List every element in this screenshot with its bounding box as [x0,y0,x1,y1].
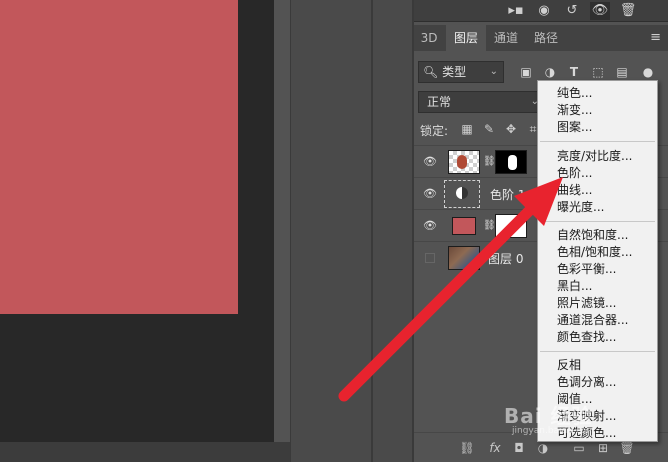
type-filter-icon[interactable]: T [566,63,582,81]
collapsed-panel-strip [372,0,413,462]
menu-item-exposure[interactable]: 曝光度... [557,199,604,216]
tab-paths[interactable]: 路径 [526,25,566,51]
menu-item-invert[interactable]: 反相 [557,357,581,374]
adjustment-filter-icon[interactable]: ◑ [542,63,558,81]
filter-toggle-icon[interactable]: ● [640,63,656,81]
smart-object-filter-icon[interactable]: ▤ [614,63,630,81]
menu-separator [540,221,655,222]
eye-icon[interactable]: 👁 [422,218,438,234]
trash-icon[interactable]: 🗑 [618,2,638,20]
canvas-status-bar [0,442,290,462]
lock-transparency-icon[interactable]: ▦ [458,120,476,138]
cursor-icon[interactable]: ▸▪ [506,2,526,20]
menu-item-color-balance[interactable]: 色彩平衡... [557,261,616,278]
tab-layers[interactable]: 图层 [446,25,486,51]
menu-item-curves[interactable]: 曲线... [557,182,592,199]
document-canvas[interactable] [0,0,238,314]
menu-item-black-white[interactable]: 黑白... [557,278,592,295]
menu-item-pattern[interactable]: 图案... [557,119,592,136]
layer-thumbnail [448,246,480,270]
chevron-down-icon: ⌄ [489,66,498,77]
blend-mode-select[interactable]: 正常 ⌄ [418,91,546,113]
link-icon: ⛓ [483,220,496,231]
blend-mode-value: 正常 [427,95,452,109]
menu-separator [540,141,655,142]
lock-label: 锁定: [420,124,449,138]
menu-item-gradient[interactable]: 渐变... [557,102,592,119]
link-icon[interactable]: ⛓ [458,439,476,457]
adjustment-thumbnail [444,180,480,208]
panel-tabs: 3D 图层 通道 路径 ≡ [414,25,668,51]
fx-icon[interactable]: fx [486,439,504,457]
menu-item-solid-color[interactable]: 纯色... [557,85,592,102]
menu-item-photo-filter[interactable]: 照片滤镜... [557,295,616,312]
panel-menu-icon[interactable]: ≡ [650,25,661,51]
layer-name: 图层 0 [488,252,524,266]
canvas-area[interactable] [0,0,274,442]
tab-channels[interactable]: 通道 [486,25,526,51]
menu-item-posterize[interactable]: 色调分离... [557,374,616,391]
history-icon[interactable]: ↺ [562,2,582,20]
visibility-toggle-icon[interactable]: ◉ [534,2,554,20]
lock-paint-icon[interactable]: ✎ [480,120,498,138]
layer-mask-thumbnail[interactable] [495,150,527,174]
color-fill-thumbnail [452,217,476,235]
menu-item-brightness-contrast[interactable]: 亮度/对比度... [557,148,633,165]
menu-item-levels[interactable]: 色阶... [557,165,592,182]
watermark-url: jingyan.baidu.com [512,426,596,436]
watermark-logo: Bai 经验 [504,404,593,428]
filter-kind-select[interactable]: 🔍︎ 类型 ⌄ [418,61,504,83]
eye-icon[interactable]: 👁 [422,154,438,170]
adjustment-layer-menu: 纯色... 渐变... 图案... 亮度/对比度... 色阶... 曲线... … [537,80,658,442]
tab-3d[interactable]: 3D [414,25,444,51]
search-icon: 🔍︎ [423,65,439,79]
eye-icon[interactable]: 👁 [590,2,610,20]
layer-mask-thumbnail[interactable] [495,214,527,238]
visibility-off-box[interactable] [425,253,435,263]
layer-thumbnail [448,150,480,174]
shape-filter-icon[interactable]: ⬚ [590,63,606,81]
menu-item-channel-mixer[interactable]: 通道混合器... [557,312,628,329]
link-icon: ⛓ [483,156,496,167]
menu-separator [540,351,655,352]
lock-position-icon[interactable]: ✥ [502,120,520,138]
layer-name: 色阶 1 [490,188,526,202]
adjustment-icon [456,187,468,199]
collapsed-panel-strip [290,0,372,462]
image-filter-icon[interactable]: ▣ [518,63,534,81]
menu-item-hue-saturation[interactable]: 色相/饱和度... [557,244,633,261]
eye-icon[interactable]: 👁 [422,186,438,202]
mask-icon[interactable]: ◘ [510,439,528,457]
menu-item-vibrance[interactable]: 自然饱和度... [557,227,628,244]
menu-item-color-lookup[interactable]: 颜色查找... [557,329,616,346]
filter-kind-value: 类型 [442,65,467,79]
panel-top-toolbar: ▸▪ ◉ ↺ 👁 🗑 [414,0,668,22]
